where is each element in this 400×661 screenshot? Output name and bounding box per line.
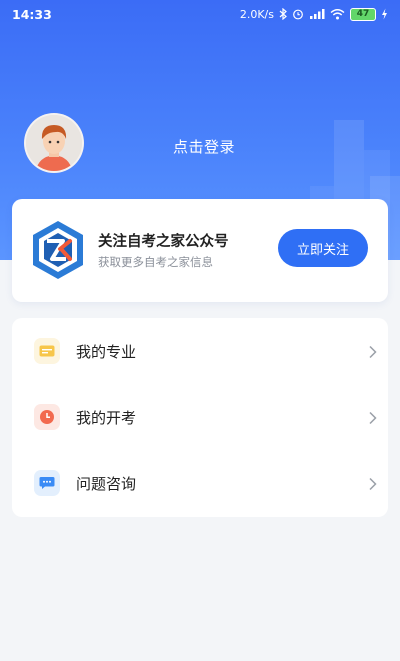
menu-item-consult[interactable]: 问题咨询 (12, 450, 388, 516)
follow-now-button[interactable]: 立即关注 (278, 229, 368, 267)
promo-title: 关注自考之家公众号 (98, 234, 229, 250)
menu-label: 我的专业 (76, 342, 137, 361)
signal-icon (309, 8, 325, 20)
alarm-icon (292, 8, 304, 20)
menu-label: 我的开考 (76, 408, 137, 427)
status-bar: 14:33 2.0K/s 47 (0, 0, 400, 28)
clock-icon (34, 404, 60, 430)
menu-item-my-major[interactable]: 我的专业 (12, 318, 388, 384)
promo-subtitle: 获取更多自考之家信息 (98, 255, 213, 269)
charging-icon (381, 8, 388, 20)
wechat-follow-card: 关注自考之家公众号 获取更多自考之家信息 立即关注 (12, 199, 388, 302)
login-link[interactable]: 点击登录 (0, 136, 400, 157)
battery-icon: 47 (350, 7, 376, 21)
chat-icon (34, 470, 60, 496)
major-icon (34, 338, 60, 364)
zk-logo (30, 219, 86, 281)
status-time: 14:33 (12, 6, 52, 22)
menu-label: 问题咨询 (76, 474, 137, 493)
wifi-icon (330, 8, 345, 20)
chevron-right-icon (368, 476, 378, 491)
network-speed: 2.0K/s (239, 7, 274, 21)
status-indicators: 2.0K/s 47 (239, 7, 388, 21)
menu-list: 我的专业 我的开考 问题咨询 (12, 318, 388, 517)
chevron-right-icon (368, 344, 378, 359)
menu-item-my-exam[interactable]: 我的开考 (12, 384, 388, 450)
chevron-right-icon (368, 410, 378, 425)
bluetooth-icon (279, 8, 287, 20)
